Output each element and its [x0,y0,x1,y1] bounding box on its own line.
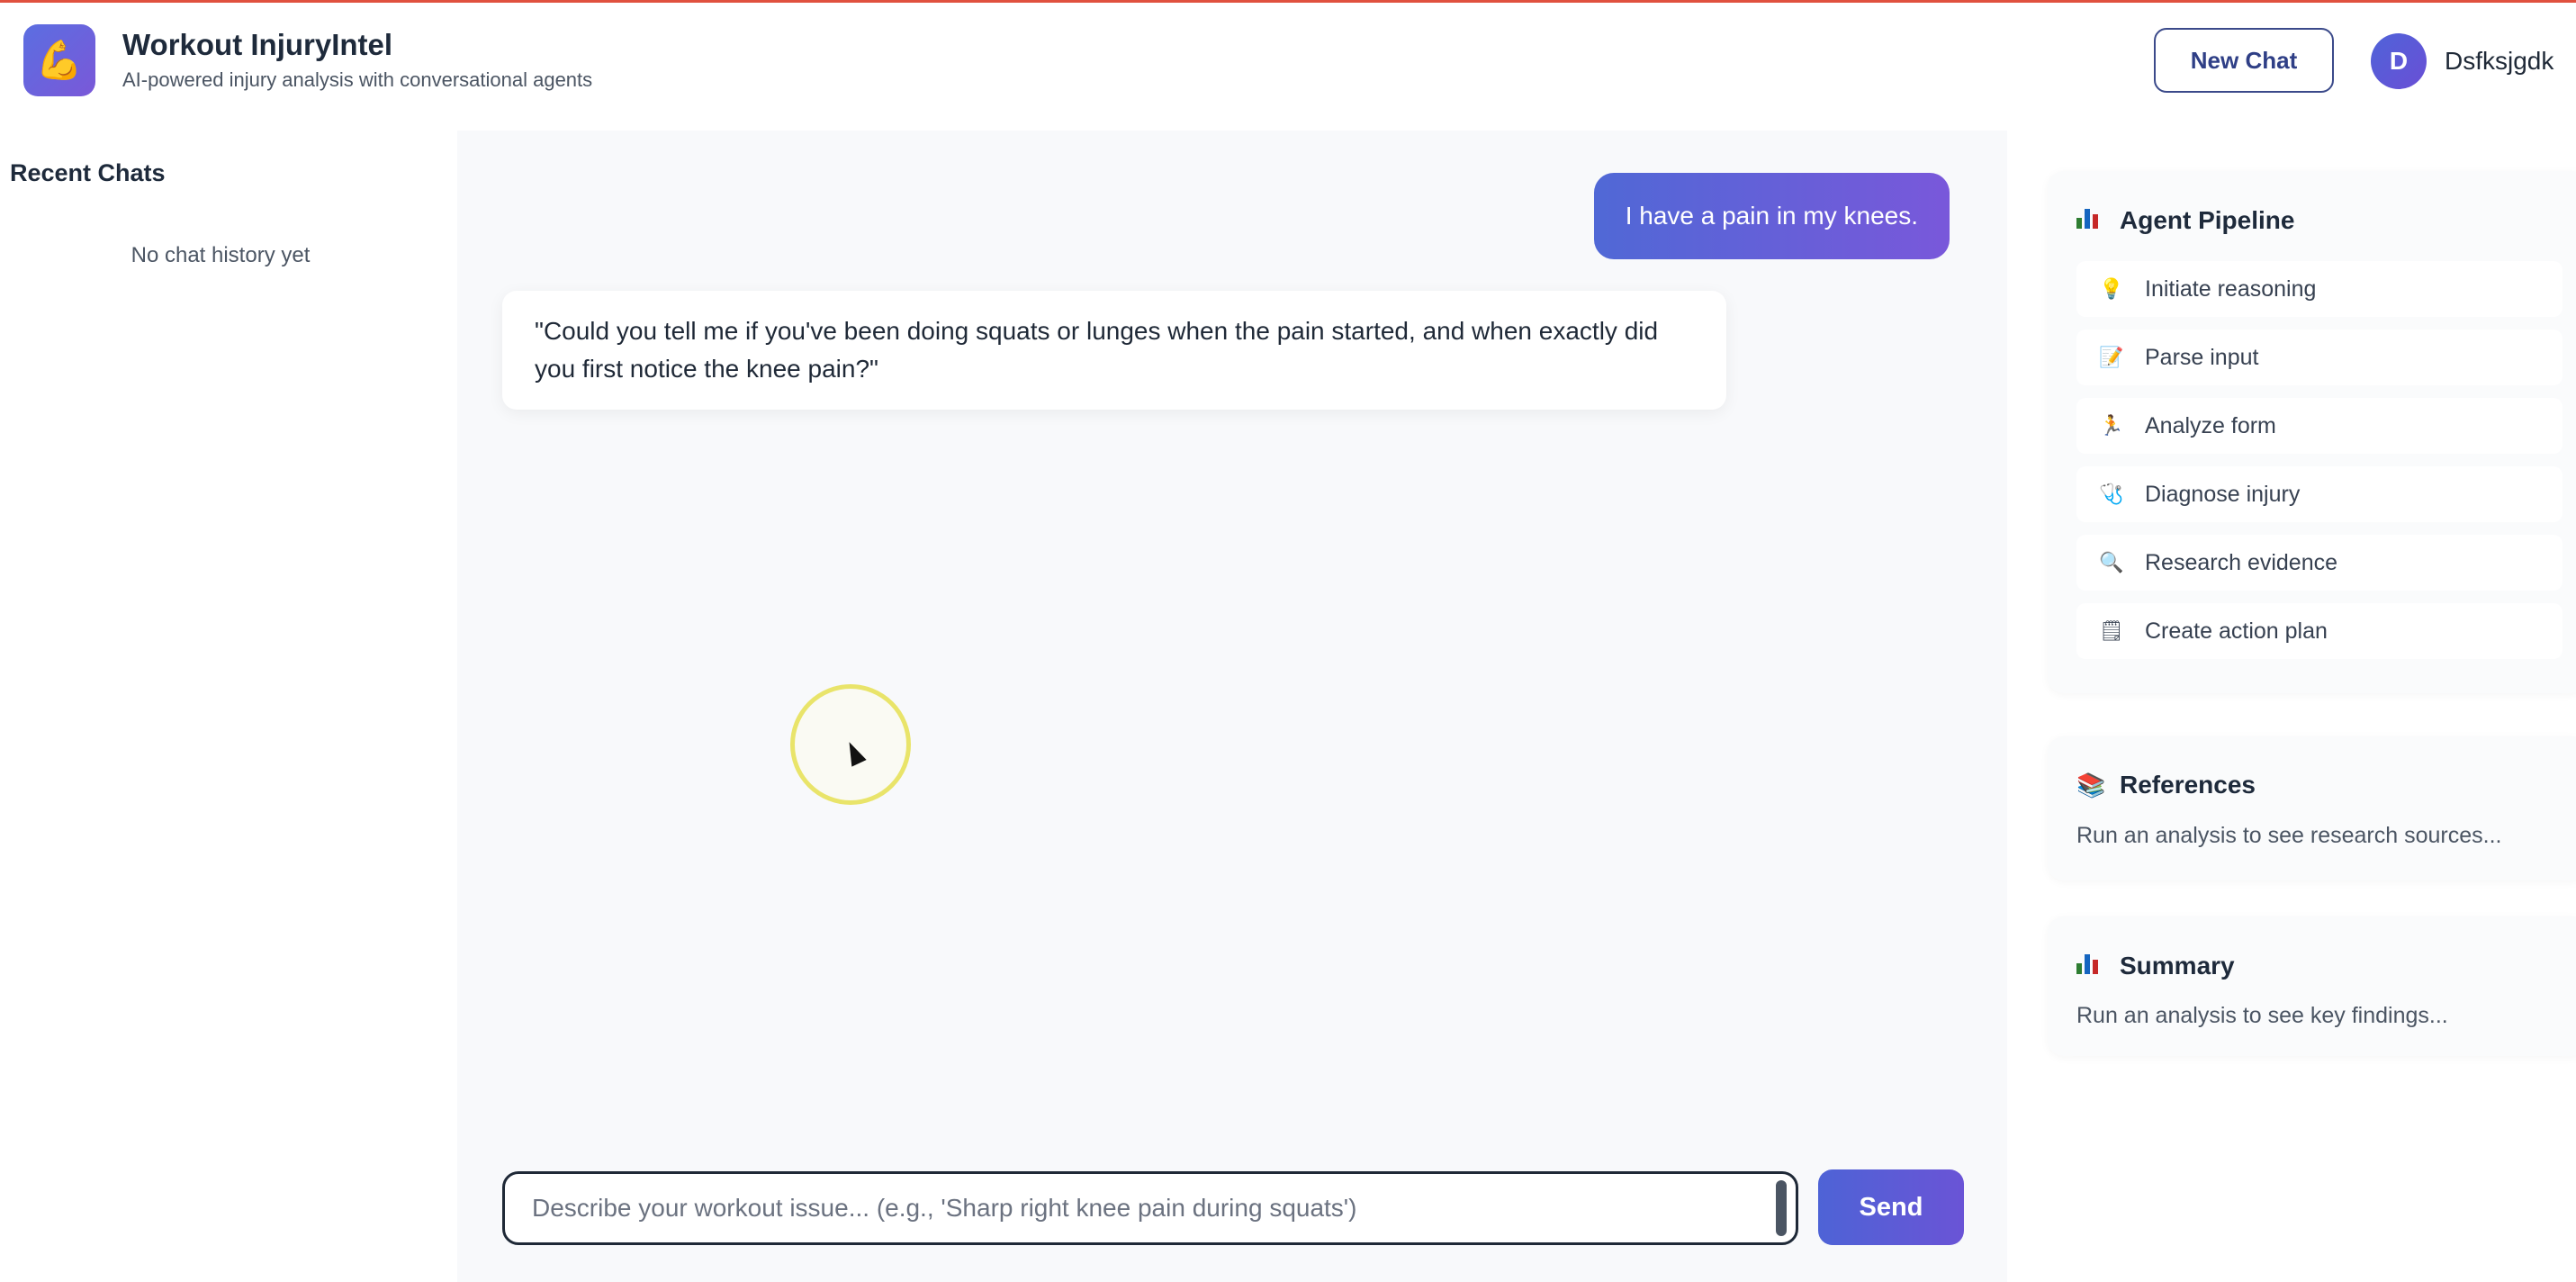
summary-empty-text: Run an analysis to see key findings... [2076,1003,2448,1028]
user-menu[interactable]: D Dsfksjgdk [2371,33,2553,89]
magnifier-icon: 🔍 [2099,551,2124,573]
pipeline-step-initiate-reasoning: 💡 Initiate reasoning [2076,261,2562,317]
app-subtitle: AI-powered injury analysis with conversa… [122,68,593,91]
pipeline-step-parse-input: 📝 Parse input [2076,330,2562,385]
pipeline-step-analyze-form: 🏃 Analyze form [2076,398,2562,454]
agent-pipeline-panel: Agent Pipeline 💡 Initiate reasoning 📝 Pa… [2048,171,2576,693]
username: Dsfksjgdk [2445,47,2554,75]
bar-chart-icon [2076,205,2107,235]
lightbulb-icon: 💡 [2099,277,2124,300]
pipeline-step-diagnose-injury: 🩺 Diagnose injury [2076,466,2562,522]
references-empty-text: Run an analysis to see research sources.… [2076,823,2502,848]
summary-header: Summary [2076,951,2235,980]
summary-panel: Summary Run an analysis to see key findi… [2048,916,2576,1056]
sidebar: Recent Chats No chat history yet [0,131,455,1282]
pipeline-step-label: Diagnose injury [2145,481,2301,507]
references-panel: 📚 References Run an analysis to see rese… [2048,736,2576,880]
input-scrollbar[interactable] [1776,1180,1787,1236]
pipeline-steps: 💡 Initiate reasoning 📝 Parse input 🏃 Ana… [2076,261,2562,672]
new-chat-button[interactable]: New Chat [2154,28,2334,93]
muscle-icon: 💪 [23,24,95,96]
chat-area[interactable]: I have a pain in my knees. "Could you te… [457,131,2007,1139]
runner-icon: 🏃 [2099,414,2124,437]
pipeline-step-label: Research evidence [2145,549,2338,575]
message-input[interactable] [502,1171,1798,1245]
send-button[interactable]: Send [1818,1169,1964,1245]
books-icon: 📚 [2076,771,2106,799]
app-header: 💪 Workout InjuryIntel AI-powered injury … [0,3,2576,115]
agent-pipeline-title: Agent Pipeline [2120,205,2295,234]
pipeline-step-create-action-plan: 🗒 Create action plan [2076,603,2562,659]
user-message: I have a pain in my knees. [1593,173,1950,259]
composer: Send [457,1139,2007,1282]
summary-title: Summary [2120,951,2235,980]
notepad-icon: 🗒 [2099,619,2124,642]
pipeline-step-label: Parse input [2145,344,2259,370]
references-title: References [2120,771,2256,799]
assistant-message: "Could you tell me if you've been doing … [502,291,1726,410]
pipeline-step-label: Create action plan [2145,618,2328,644]
bar-chart-icon [2076,951,2107,980]
sidebar-empty-state: No chat history yet [131,243,311,267]
sidebar-title: Recent Chats [10,159,166,186]
stethoscope-icon: 🩺 [2099,483,2124,505]
avatar: D [2371,33,2427,89]
pipeline-step-label: Initiate reasoning [2145,275,2317,302]
app-title: Workout InjuryIntel [122,28,393,61]
pipeline-step-research-evidence: 🔍 Research evidence [2076,535,2562,591]
note-icon: 📝 [2099,346,2124,368]
agent-pipeline-header: Agent Pipeline [2076,205,2294,235]
references-header: 📚 References [2076,771,2256,799]
pipeline-step-label: Analyze form [2145,412,2276,438]
